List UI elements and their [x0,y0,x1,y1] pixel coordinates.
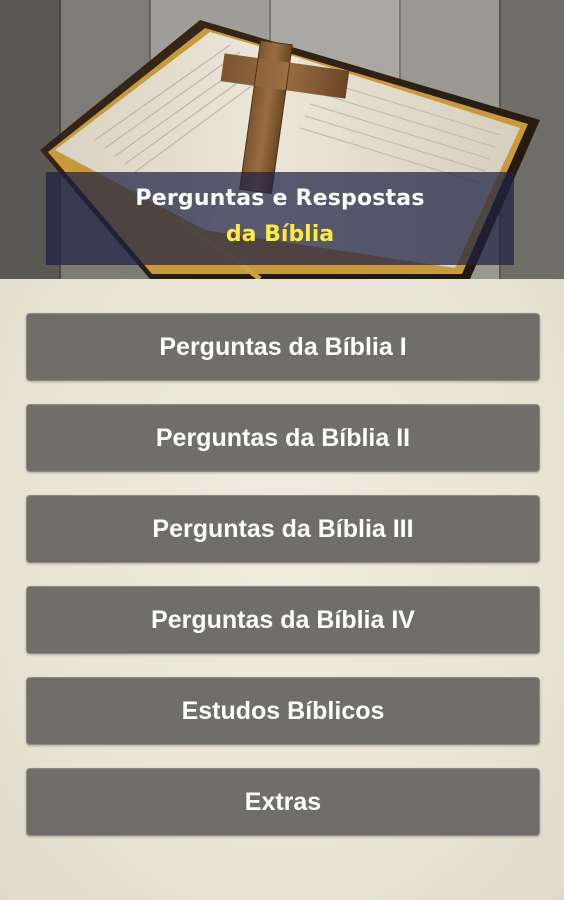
extras-button[interactable]: Extras [26,768,540,836]
perguntas-biblia-2-button[interactable]: Perguntas da Bíblia II [26,404,540,472]
title-banner: Perguntas e Respostas da Bíblia [46,172,514,265]
estudos-biblicos-button[interactable]: Estudos Bíblicos [26,677,540,745]
perguntas-biblia-3-button[interactable]: Perguntas da Bíblia III [26,495,540,563]
perguntas-biblia-4-button[interactable]: Perguntas da Bíblia IV [26,586,540,654]
perguntas-biblia-1-button[interactable]: Perguntas da Bíblia I [26,313,540,381]
app-title: Perguntas e Respostas [135,186,425,211]
header-banner: Perguntas e Respostas da Bíblia [0,0,564,279]
main-menu: Perguntas da Bíblia I Perguntas da Bíbli… [0,279,564,900]
app-subtitle: da Bíblia [225,222,335,247]
